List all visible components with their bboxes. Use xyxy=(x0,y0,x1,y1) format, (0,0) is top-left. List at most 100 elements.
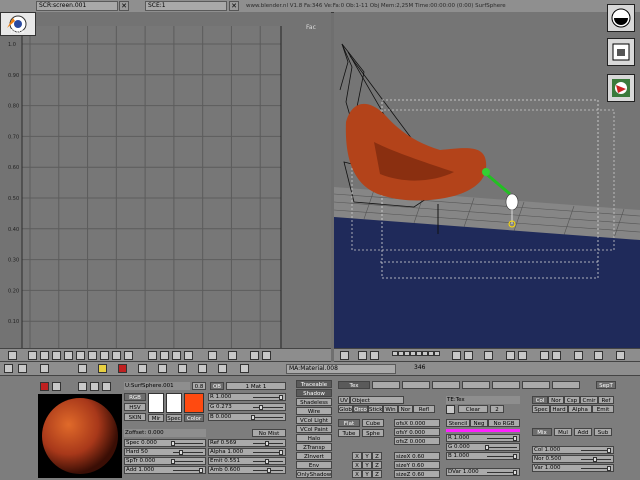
wire-toggle[interactable]: Wire xyxy=(296,407,332,415)
tex-channel-8[interactable] xyxy=(552,381,580,389)
skin-toggle[interactable]: SKIN xyxy=(124,413,146,421)
spec-slider[interactable]: Spec 0.000 xyxy=(124,439,206,447)
shadow-toggle[interactable]: Shadow xyxy=(296,389,332,397)
r-slider[interactable]: R 1.000 xyxy=(208,393,286,401)
3d-view-ortho-button[interactable] xyxy=(464,351,473,360)
map-spec-toggle[interactable]: Spec xyxy=(532,405,550,413)
map-var-slider[interactable]: Var 1.000 xyxy=(532,464,614,472)
tex-channel-2[interactable] xyxy=(372,381,400,389)
blend-sub-button[interactable]: Sub xyxy=(594,428,612,436)
amb-slider[interactable]: Amb 0.600 xyxy=(208,466,286,474)
map-col-toggle[interactable]: Col xyxy=(532,396,548,404)
world-buttons-button[interactable] xyxy=(178,364,187,373)
emit-slider[interactable]: Emit 0.551 xyxy=(208,457,286,465)
sphe-proj-button[interactable]: Sphe xyxy=(362,429,384,437)
traceable-toggle[interactable]: Traceable xyxy=(296,380,332,388)
delete-scene-button[interactable]: ✕ xyxy=(229,1,239,11)
map-col-slider[interactable]: Col 1.000 xyxy=(532,446,614,454)
buttons-window-type[interactable] xyxy=(4,364,13,373)
ipo-seq-button[interactable] xyxy=(76,351,85,360)
zoffset-field[interactable]: Zoffset: 0.000 xyxy=(124,429,206,437)
map-cmir-toggle[interactable]: Cmir xyxy=(580,396,598,404)
ipo-window[interactable]: 1.00.900.800.700.600.500.400.300.200.100… xyxy=(0,12,331,348)
map-alpha-toggle[interactable]: Alpha xyxy=(568,405,592,413)
ipo-world-button[interactable] xyxy=(64,351,73,360)
vcol-light-toggle[interactable]: VCol Light xyxy=(296,416,332,424)
edit-buttons-button[interactable] xyxy=(198,364,207,373)
map-csp-toggle[interactable]: Csp xyxy=(564,396,580,404)
x-axis-btn-2[interactable]: X xyxy=(352,461,362,469)
material-link-field[interactable]: U:SurfSphere.001 xyxy=(124,382,190,390)
x-axis-btn-3[interactable]: X xyxy=(352,470,362,478)
3d-shade-button[interactable] xyxy=(484,351,493,360)
shadeless-toggle[interactable]: Shadeless xyxy=(296,398,332,406)
blend-add-button[interactable]: Add xyxy=(574,428,592,436)
playback-button[interactable] xyxy=(607,74,635,102)
halo-toggle[interactable]: Halo xyxy=(296,434,332,442)
color-button[interactable]: Color xyxy=(184,414,204,422)
y-axis-btn-1[interactable]: Y xyxy=(362,452,372,460)
mir-button[interactable]: Mir xyxy=(148,414,164,422)
tex-channel-7[interactable] xyxy=(522,381,550,389)
onlyshadow-toggle[interactable]: OnlyShadow xyxy=(296,470,332,478)
material-buttons-button[interactable] xyxy=(118,364,127,373)
ob-toggle[interactable]: OB xyxy=(210,382,224,390)
texture-buttons-button[interactable] xyxy=(138,364,147,373)
scene-browse[interactable]: SCE:1 xyxy=(145,1,227,11)
ipo-view-button[interactable] xyxy=(28,351,37,360)
mir-swatch[interactable] xyxy=(148,393,164,413)
clear-button[interactable]: Clear xyxy=(458,405,488,413)
3d-view-persp-button[interactable] xyxy=(452,351,461,360)
ipo-border-button[interactable] xyxy=(250,351,259,360)
preview-flat-button[interactable] xyxy=(52,382,61,391)
ipo-cyclic-button[interactable] xyxy=(172,351,181,360)
ipo-curve-button[interactable] xyxy=(88,351,97,360)
refl-button[interactable]: Refl xyxy=(413,405,435,413)
3d-home-button[interactable] xyxy=(370,351,379,360)
rgb-toggle[interactable]: RGB xyxy=(124,393,146,401)
z-axis-btn-2[interactable]: Z xyxy=(372,461,382,469)
tex-b-slider[interactable]: B 1.000 xyxy=(446,452,520,460)
tube-proj-button[interactable]: Tube xyxy=(338,429,360,437)
buttons-home-button[interactable] xyxy=(40,364,49,373)
ofsx-field[interactable]: ofsX 0.000 xyxy=(394,419,440,427)
material-name-field[interactable]: MA:Material.008 xyxy=(286,364,396,374)
tex-num-field[interactable]: 2 xyxy=(490,405,504,413)
tex-g-slider[interactable]: G 0.000 xyxy=(446,443,520,451)
zinvert-toggle[interactable]: ZInvert xyxy=(296,452,332,460)
hsv-toggle[interactable]: HSV xyxy=(124,403,146,411)
ipo-obj-button[interactable] xyxy=(40,351,49,360)
map-emit-toggle[interactable]: Emit xyxy=(592,405,614,413)
env-toggle[interactable]: Env xyxy=(296,461,332,469)
anim-buttons-button[interactable] xyxy=(158,364,167,373)
sept-toggle[interactable]: SepT xyxy=(596,381,616,389)
preview-render-button[interactable] xyxy=(40,382,49,391)
vcol-paint-toggle[interactable]: VCol Paint xyxy=(296,425,332,433)
add-slider[interactable]: Add 1.000 xyxy=(124,466,206,474)
mat-index-field[interactable]: 1 Mat 1 xyxy=(226,382,286,390)
b-slider[interactable]: B 0.000 xyxy=(208,413,286,421)
map-ref-toggle[interactable]: Ref xyxy=(598,396,614,404)
view-buttons-button[interactable] xyxy=(78,364,87,373)
ztransp-toggle[interactable]: ZTransp xyxy=(296,443,332,451)
buttons-full-button[interactable] xyxy=(18,364,27,373)
texture-name-field[interactable]: TE:Tex xyxy=(446,396,520,404)
render-button[interactable] xyxy=(607,4,635,32)
uv-button[interactable]: UV xyxy=(338,396,350,404)
sptr-slider[interactable]: SpTr 0.000 xyxy=(124,457,206,465)
sizey-field[interactable]: sizeY 0.60 xyxy=(394,461,440,469)
dvar-slider[interactable]: DVar 1.000 xyxy=(446,468,520,476)
z-axis-btn-3[interactable]: Z xyxy=(372,470,382,478)
preview-bg-button[interactable] xyxy=(102,382,111,391)
ipo-paste-button[interactable] xyxy=(262,351,271,360)
y-axis-btn-2[interactable]: Y xyxy=(362,461,372,469)
flat-proj-button[interactable]: Flat xyxy=(338,419,360,427)
nor-coord-button[interactable]: Nor xyxy=(398,405,413,413)
3d-pivot-button[interactable] xyxy=(552,351,561,360)
3d-full-button[interactable] xyxy=(358,351,367,360)
delete-screen-button[interactable]: ✕ xyxy=(119,1,129,11)
hard-slider[interactable]: Hard 50 xyxy=(124,448,206,456)
ipo-lamp-button[interactable] xyxy=(100,351,109,360)
spec-swatch[interactable] xyxy=(166,393,182,413)
no-mist-toggle[interactable]: No Mist xyxy=(252,429,286,437)
